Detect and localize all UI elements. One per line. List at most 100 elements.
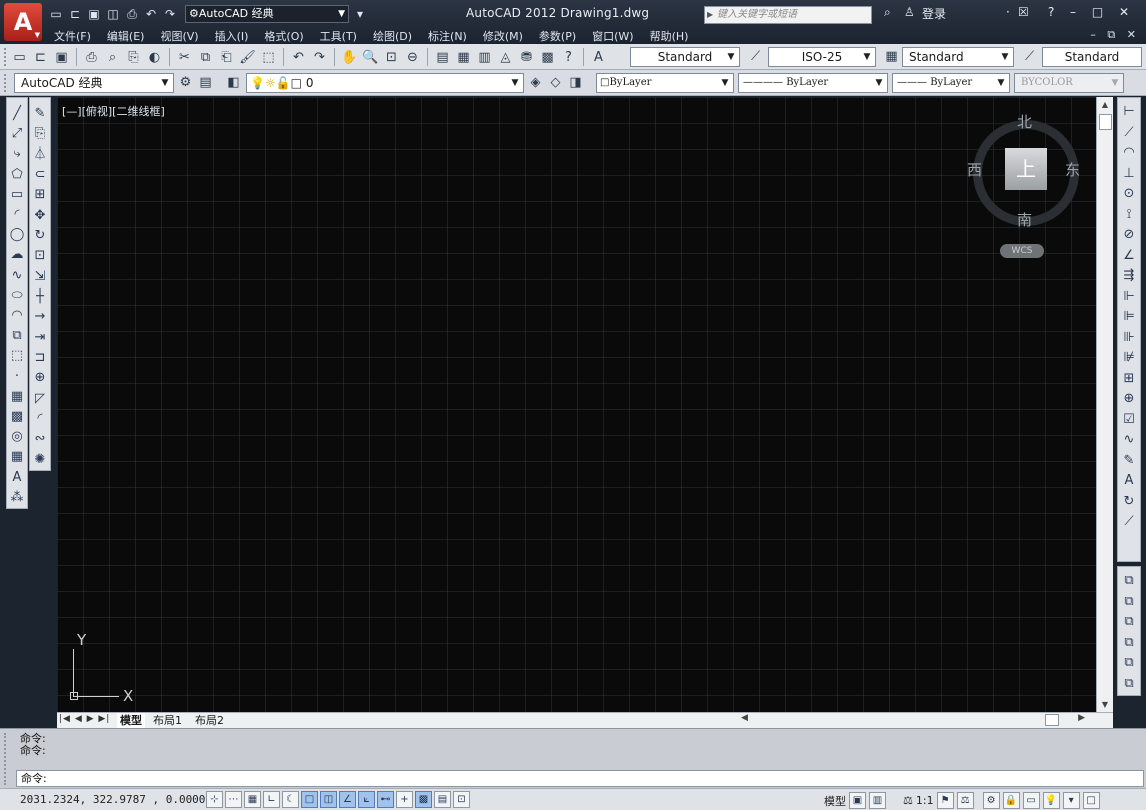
grid-display-icon[interactable]: ▦ bbox=[244, 791, 261, 808]
polyline-icon[interactable]: ⤷ bbox=[8, 144, 26, 164]
drawing-canvas[interactable]: [—][俯视][二维线框] 上 北 南 西 东 WCS Y X bbox=[57, 97, 1096, 712]
annotation-scale-value[interactable]: 1:1 bbox=[916, 794, 934, 807]
send-under-icon[interactable]: ⧉ bbox=[1120, 633, 1138, 654]
dynamic-input-icon[interactable]: ⊷ bbox=[377, 791, 394, 808]
object-snap-icon[interactable]: □ bbox=[301, 791, 318, 808]
scroll-right-icon[interactable]: ▶ bbox=[1078, 713, 1085, 723]
linetype-dropdown[interactable]: ———— ByLayer ▼ bbox=[738, 73, 888, 93]
vertical-scrollbar[interactable]: ▲ ▼ bbox=[1096, 97, 1113, 712]
layer-states-icon[interactable]: ◨ bbox=[566, 73, 585, 92]
sheet-set-icon[interactable]: ◬ bbox=[496, 48, 515, 67]
menu-item[interactable]: 文件(F) bbox=[54, 28, 91, 44]
multileader-style-icon[interactable]: ⟋ bbox=[1020, 47, 1039, 66]
mirror-icon[interactable]: ⏃ bbox=[31, 145, 49, 165]
isolate-objects-icon[interactable]: 💡 bbox=[1042, 792, 1060, 809]
paste-icon[interactable]: ⎗ bbox=[217, 48, 236, 67]
3d-print-icon[interactable]: ◐ bbox=[145, 48, 164, 67]
array-icon[interactable]: ⊞ bbox=[31, 185, 49, 205]
copy-icon[interactable]: ⧉ bbox=[196, 48, 215, 67]
point-icon[interactable]: · bbox=[8, 367, 26, 387]
hardware-acceleration-icon[interactable]: ▭ bbox=[1022, 792, 1040, 809]
user-icon[interactable]: ♙ bbox=[904, 5, 915, 19]
model-space-button[interactable]: 模型 bbox=[824, 793, 846, 809]
layer-previous-icon[interactable]: ◇ bbox=[546, 73, 565, 92]
radius-dim-icon[interactable]: ⊙ bbox=[1120, 184, 1138, 205]
extend-icon[interactable]: → bbox=[31, 307, 49, 327]
undo-icon[interactable]: ↶ bbox=[143, 6, 159, 22]
exchange-icon[interactable]: ☒ bbox=[1018, 5, 1029, 19]
document-window-controls[interactable]: – ⧉ ✕ bbox=[1090, 28, 1140, 42]
command-input[interactable]: 命令: bbox=[16, 770, 1144, 787]
save-workspace-icon[interactable]: ▤ bbox=[196, 73, 215, 92]
menu-item[interactable]: 格式(O) bbox=[264, 28, 303, 44]
layout-nav-arrows-icon[interactable]: |◀ ◀ ▶ ▶| bbox=[59, 714, 110, 724]
gradient-icon[interactable]: ▩ bbox=[8, 407, 26, 427]
scroll-up-icon[interactable]: ▲ bbox=[1097, 100, 1113, 109]
angular-dim-icon[interactable]: ∠ bbox=[1120, 246, 1138, 267]
dim-text-edit-icon[interactable]: A bbox=[1120, 471, 1138, 492]
markup-icon[interactable]: ⛃ bbox=[517, 48, 536, 67]
plot-preview-icon[interactable]: ⌕ bbox=[103, 48, 122, 67]
multileader-style-dropdown[interactable]: Standard bbox=[1042, 47, 1142, 67]
tab-layout1[interactable]: 布局1 bbox=[153, 713, 182, 728]
search-input[interactable]: ▶ 键入关键字或短语 bbox=[704, 6, 872, 24]
bring-dims-front-icon[interactable]: ⧉ bbox=[1120, 674, 1138, 695]
color-dropdown[interactable]: □ByLayer ▼ bbox=[596, 73, 734, 93]
vertical-scroll-thumb[interactable] bbox=[1099, 114, 1112, 130]
help-icon[interactable]: ? bbox=[1048, 5, 1054, 19]
coordinate-readout[interactable]: 2031.2324, 322.9787 , 0.0000 bbox=[20, 793, 205, 806]
ordinate-dim-icon[interactable]: ⊥ bbox=[1120, 164, 1138, 185]
spline-icon[interactable]: ∿ bbox=[8, 266, 26, 286]
offset-icon[interactable]: ⊂ bbox=[31, 165, 49, 185]
lineweight-icon[interactable]: + bbox=[396, 791, 413, 808]
blend-icon[interactable]: ∾ bbox=[31, 429, 49, 449]
new-icon[interactable]: ▭ bbox=[48, 6, 64, 22]
transparency-icon[interactable]: ▩ bbox=[415, 791, 432, 808]
3d-object-snap-icon[interactable]: ◫ bbox=[320, 791, 337, 808]
baseline-dim-icon[interactable]: ⊩ bbox=[1120, 287, 1138, 308]
compass-east[interactable]: 东 bbox=[1065, 159, 1080, 180]
workspace-settings-icon[interactable]: ⚙ bbox=[176, 73, 195, 92]
application-menu-button[interactable]: A ▼ bbox=[4, 3, 42, 41]
table-icon[interactable]: ▦ bbox=[8, 447, 26, 467]
calculator-icon[interactable]: ▩ bbox=[538, 48, 557, 67]
dim-style-icon[interactable]: ⟋ bbox=[1120, 512, 1138, 533]
workspace-dropdown[interactable]: AutoCAD 经典 ▼ bbox=[14, 73, 174, 93]
menu-item[interactable]: 标注(N) bbox=[428, 28, 467, 44]
dim-break-icon[interactable]: ⊯ bbox=[1120, 348, 1138, 369]
object-snap-tracking-icon[interactable]: ∠ bbox=[339, 791, 356, 808]
cut-icon[interactable]: ✂ bbox=[175, 48, 194, 67]
scale-icon[interactable]: ⊡ bbox=[31, 246, 49, 266]
region-icon[interactable]: ◎ bbox=[8, 427, 26, 447]
new-icon[interactable]: ▭ bbox=[10, 48, 29, 67]
menu-item[interactable]: 帮助(H) bbox=[650, 28, 689, 44]
copy-icon[interactable]: ⎘ bbox=[31, 124, 49, 144]
menu-item[interactable]: 插入(I) bbox=[215, 28, 249, 44]
zoom-previous-icon[interactable]: ⊖ bbox=[403, 48, 422, 67]
erase-icon[interactable]: ✎ bbox=[31, 104, 49, 124]
clean-screen-icon[interactable]: □ bbox=[1082, 792, 1100, 809]
bring-text-front-icon[interactable]: ⧉ bbox=[1120, 653, 1138, 674]
jogged-dim-icon[interactable]: ⟟ bbox=[1120, 205, 1138, 226]
ellipse-arc-icon[interactable]: ◠ bbox=[8, 306, 26, 326]
make-block-icon[interactable]: ⬚ bbox=[8, 346, 26, 366]
infer-constraints-icon[interactable]: ⊹ bbox=[206, 791, 223, 808]
layer-properties-icon[interactable]: ◧ bbox=[224, 73, 243, 92]
tab-layout2[interactable]: 布局2 bbox=[195, 713, 224, 728]
properties-icon[interactable]: ▤ bbox=[433, 48, 452, 67]
snap-mode-icon[interactable]: ⋯ bbox=[225, 791, 242, 808]
text-style-dropdown[interactable]: Standard ▼ bbox=[630, 47, 740, 67]
linear-dim-icon[interactable]: ⊢ bbox=[1120, 102, 1138, 123]
binoculars-icon[interactable]: ⌕ bbox=[884, 5, 891, 20]
toolbar-grip[interactable] bbox=[4, 74, 8, 92]
arc-icon[interactable]: ◜ bbox=[8, 205, 26, 225]
polygon-icon[interactable]: ⬠ bbox=[8, 165, 26, 185]
chevron-down-icon[interactable]: · bbox=[1006, 5, 1010, 19]
hatch-icon[interactable]: ▦ bbox=[8, 387, 26, 407]
zoom-window-icon[interactable]: ⊡ bbox=[382, 48, 401, 67]
fillet-icon[interactable]: ◜ bbox=[31, 409, 49, 429]
undo-icon[interactable]: ↶ bbox=[289, 48, 308, 67]
open-icon[interactable]: ⊏ bbox=[67, 6, 83, 22]
construction-line-icon[interactable]: ⤢ bbox=[8, 124, 26, 144]
zoom-realtime-icon[interactable]: 🔍 bbox=[361, 48, 380, 67]
